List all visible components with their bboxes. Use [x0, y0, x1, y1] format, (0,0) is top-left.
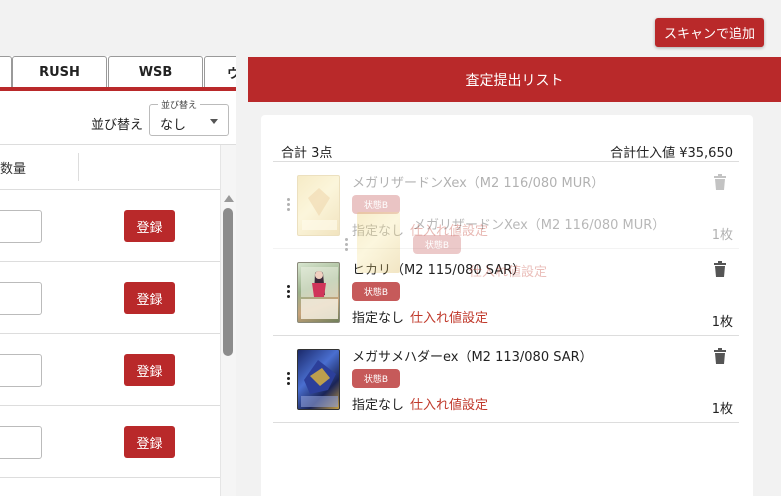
item-quantity: 1枚 [711, 228, 733, 243]
sort-select-value: なし [160, 118, 187, 133]
card-image [297, 349, 340, 410]
card-name: メガサメハダーex（M2 113/080 SAR） [352, 350, 593, 365]
quantity-input[interactable] [0, 210, 42, 243]
item-quantity: 1枚 [711, 315, 733, 330]
drag-handle-icon[interactable] [287, 198, 291, 212]
submission-list: メガリザードンXex（M2 116/080 MUR） 状態B 指定なし 仕入れ値… [273, 161, 739, 423]
card-search-pane: RUSH WSB ウ 並び替え 並び替え なし 数量 登録 登録 登録 登録 [0, 56, 236, 496]
list-item[interactable]: メガサメハダーex（M2 113/080 SAR） 状態B 指定なし 仕入れ値設… [273, 336, 739, 423]
table-row: 登録 [0, 190, 220, 262]
card-table: 数量 登録 登録 登録 登録 [0, 144, 236, 496]
set-purchase-price-link[interactable]: 仕入れ値設定 [410, 307, 488, 326]
scrollbar-thumb[interactable] [223, 208, 233, 356]
card-name: メガリザードンXex（M2 116/080 MUR） [352, 176, 605, 191]
condition-badge[interactable]: 状態B [352, 369, 400, 388]
column-header-qty: 数量 [0, 161, 27, 177]
submission-list-panel: 合計 3点 合計仕入値 ¥35,650 メガリザードンXex（M2 116/08… [261, 115, 753, 496]
price-unspecified: 指定なし [352, 398, 405, 413]
price-unspecified: 指定なし [352, 311, 405, 326]
condition-badge[interactable]: 状態B [352, 195, 400, 214]
quantity-input[interactable] [0, 282, 42, 315]
tab-wsb[interactable]: WSB [108, 56, 203, 87]
column-divider [78, 153, 79, 181]
card-image [297, 175, 340, 236]
tab-partial[interactable] [0, 56, 12, 87]
set-purchase-price-link[interactable]: 仕入れ値設定 [410, 220, 488, 239]
card-name: ヒカリ（M2 115/080 SAR） [352, 263, 526, 278]
table-row: 登録 [0, 334, 220, 406]
scan-add-button[interactable]: スキャンで追加 [655, 18, 764, 47]
trash-icon[interactable] [713, 348, 727, 364]
total-price: 合計仕入値 ¥35,650 [610, 146, 733, 161]
register-button[interactable]: 登録 [124, 354, 175, 386]
submission-list-header: 査定提出リスト [248, 57, 781, 102]
category-tabs: RUSH WSB ウ [0, 56, 236, 91]
tab-rush[interactable]: RUSH [12, 56, 107, 87]
register-button[interactable]: 登録 [124, 426, 175, 458]
drag-handle-icon[interactable] [287, 285, 291, 299]
table-scrollbar[interactable] [220, 145, 236, 496]
price-unspecified: 指定なし [352, 224, 405, 239]
tab-underline [0, 87, 236, 91]
sort-select-legend: 並び替え [158, 98, 201, 111]
list-item[interactable]: ヒカリ（M2 115/080 SAR） 状態B 指定なし 仕入れ値設定 1枚 [273, 249, 739, 336]
quantity-input[interactable] [0, 426, 42, 459]
sort-select[interactable]: 並び替え なし [149, 98, 229, 136]
submission-list-title: 査定提出リスト [465, 72, 564, 89]
drag-handle-icon[interactable] [287, 372, 291, 386]
condition-badge[interactable]: 状態B [352, 282, 400, 301]
sort-label: 並び替え [91, 118, 144, 133]
set-purchase-price-link[interactable]: 仕入れ値設定 [410, 394, 488, 413]
tab-next[interactable]: ウ [204, 56, 236, 87]
total-count: 合計 3点 [281, 146, 333, 161]
scroll-up-arrow-icon[interactable] [224, 195, 234, 202]
table-row: 登録 [0, 262, 220, 334]
register-button[interactable]: 登録 [124, 282, 175, 314]
register-button[interactable]: 登録 [124, 210, 175, 242]
trash-icon[interactable] [713, 174, 727, 190]
table-row: 登録 [0, 406, 220, 478]
quantity-input[interactable] [0, 354, 42, 387]
list-item[interactable]: メガリザードンXex（M2 116/080 MUR） 状態B 指定なし 仕入れ値… [273, 162, 739, 249]
card-image [297, 262, 340, 323]
list-summary: 合計 3点 合計仕入値 ¥35,650 [273, 142, 739, 161]
dropdown-arrow-icon [210, 119, 218, 124]
trash-icon[interactable] [713, 261, 727, 277]
item-quantity: 1枚 [711, 402, 733, 417]
